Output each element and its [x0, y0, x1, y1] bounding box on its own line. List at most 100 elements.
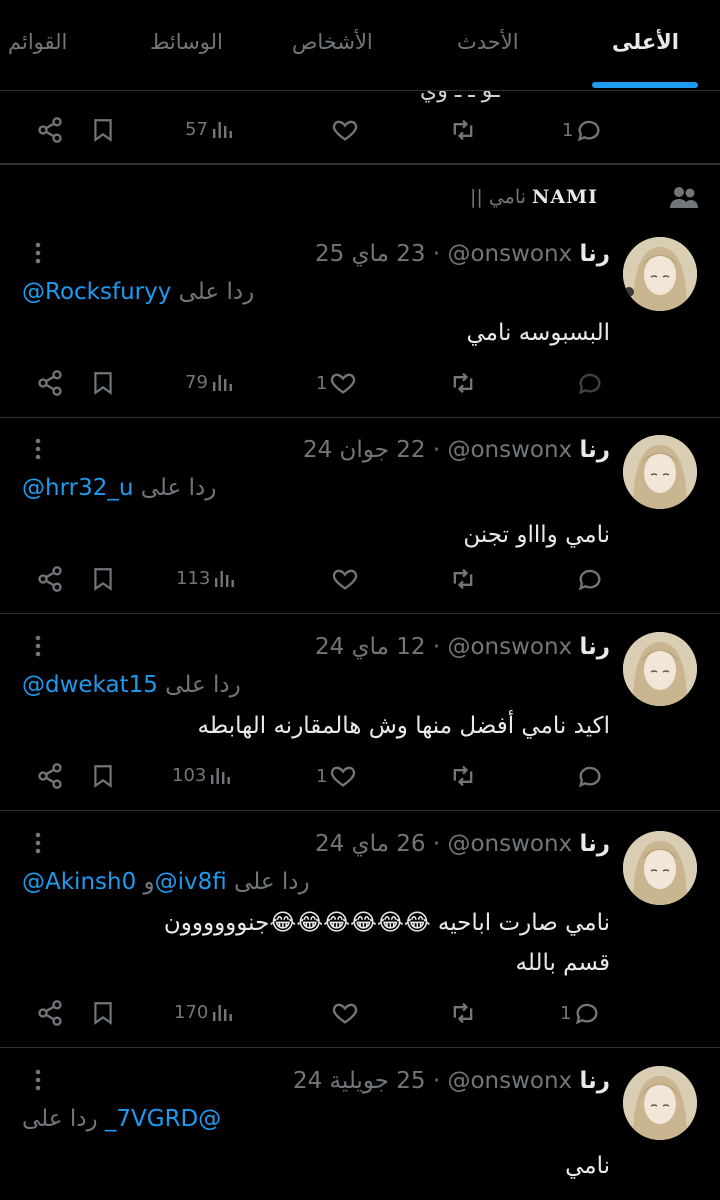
replying-to-label: ردا على — [140, 475, 217, 501]
author-name[interactable]: رنا — [579, 1068, 610, 1094]
tab-top[interactable]: الأعلى — [612, 30, 679, 54]
partial-tweet[interactable]: ـو ـ ـ وي 57 1 — [0, 78, 720, 164]
avatar[interactable] — [623, 237, 697, 311]
like-button[interactable] — [329, 999, 359, 1027]
replying-to: @Akinsh0 و@iv8fi ردا على — [22, 869, 310, 895]
tab-people[interactable]: الأشخاص — [292, 30, 373, 54]
tweet[interactable]: 22 جوان 24 · @onswonx رنا @hrr32_u ردا ع… — [0, 417, 720, 614]
tab-lists[interactable]: القوائم — [8, 30, 67, 54]
heart-icon — [331, 373, 356, 394]
tab-latest[interactable]: الأحدث — [457, 30, 519, 54]
share-button[interactable] — [36, 762, 64, 790]
tweet-text: البسبوسه نامي — [466, 320, 611, 346]
tweet-actions: 113 — [0, 565, 720, 595]
tweet-date: 25 جويلية 24 — [292, 1068, 426, 1094]
author-name[interactable]: رنا — [579, 241, 610, 267]
retweet-icon — [453, 119, 473, 141]
reply-target-handle[interactable]: @Rocksfuryy — [22, 279, 171, 305]
views-count: 170 — [174, 1001, 209, 1023]
tweet[interactable]: 12 ماي 24 · @onswonx رنا @dwekat15 ردا ع… — [0, 614, 720, 811]
share-button[interactable] — [36, 116, 64, 144]
reply-button[interactable] — [574, 565, 604, 593]
views-button[interactable]: 170 — [174, 999, 234, 1025]
like-button[interactable]: 1 — [316, 762, 357, 790]
reply-target-handle[interactable]: @iv8fi — [155, 869, 227, 895]
retweet-button[interactable] — [448, 369, 478, 397]
retweet-button[interactable] — [448, 999, 478, 1027]
share-button[interactable] — [36, 999, 64, 1027]
retweet-icon — [453, 372, 473, 394]
reply-button[interactable] — [574, 369, 604, 397]
tweet-date: 12 ماي 24 — [315, 634, 426, 660]
bookmark-button[interactable] — [90, 762, 116, 790]
author-name[interactable]: رنا — [579, 437, 610, 463]
bookmark-icon — [94, 1002, 112, 1025]
author-handle[interactable]: @onswonx — [447, 1068, 572, 1094]
bookmark-button[interactable] — [90, 565, 116, 593]
more-options-icon[interactable] — [34, 634, 42, 658]
reply-button[interactable]: 1 — [560, 999, 601, 1027]
tweet-text: نامي صارت اباحيه 😂😂😂😂😂😂جنوووووون — [163, 910, 610, 936]
avatar[interactable] — [623, 831, 697, 905]
tweet[interactable]: 23 ماي 25 · @onswonx رنا @Rocksfuryy ردا… — [0, 164, 720, 418]
tweet[interactable]: 25 جويلية 24 · @onswonx رنا @DRGV7_ ردا … — [0, 1048, 720, 1200]
active-tab-indicator — [592, 82, 698, 88]
tab-media[interactable]: الوسائط — [150, 30, 223, 54]
share-button[interactable] — [36, 369, 64, 397]
more-options-icon[interactable] — [34, 1068, 42, 1092]
tweet-header: 23 ماي 25 · @onswonx رنا — [315, 241, 610, 267]
views-count: 113 — [176, 567, 211, 589]
tweet-header: 25 جويلية 24 · @onswonx رنا — [293, 1068, 610, 1094]
more-options-icon[interactable] — [34, 437, 42, 461]
reply-icon — [578, 766, 601, 788]
bookmark-icon — [94, 119, 112, 142]
bookmark-icon — [94, 765, 112, 788]
like-button[interactable] — [329, 565, 359, 593]
tweet-actions: 57 1 — [0, 116, 720, 146]
views-button[interactable]: 57 — [185, 116, 234, 142]
tweet-actions: 79 1 — [0, 369, 720, 399]
separator-dot: · — [432, 437, 441, 463]
replying-to-label: ردا على — [22, 1106, 98, 1132]
like-button[interactable] — [329, 116, 359, 144]
author-handle[interactable]: @onswonx — [447, 831, 572, 857]
heart-icon — [332, 1003, 358, 1024]
share-button[interactable] — [36, 565, 64, 593]
replying-to-label: ردا على — [234, 869, 310, 895]
avatar[interactable] — [623, 1066, 697, 1140]
reply-target-handle[interactable]: @dwekat15 — [22, 672, 158, 698]
share-icon — [38, 1000, 62, 1026]
bookmark-icon — [94, 372, 112, 395]
author-name[interactable]: رنا — [579, 831, 610, 857]
retweet-button[interactable] — [448, 762, 478, 790]
reply-icon — [576, 1003, 598, 1025]
views-button[interactable]: 113 — [176, 565, 236, 591]
bookmark-button[interactable] — [90, 999, 116, 1027]
tweet[interactable]: 26 ماي 24 · @onswonx رنا @Akinsh0 و@iv8f… — [0, 811, 720, 1048]
views-count: 57 — [185, 118, 208, 140]
avatar[interactable] — [623, 632, 697, 706]
retweet-icon — [453, 568, 473, 590]
views-button[interactable]: 79 — [185, 369, 234, 395]
author-handle[interactable]: @onswonx — [447, 437, 572, 463]
reply-button[interactable]: 1 — [562, 116, 603, 144]
author-handle[interactable]: @onswonx — [447, 241, 572, 267]
avatar[interactable] — [623, 435, 697, 509]
reply-target-handle[interactable]: @DRGV7_ — [105, 1106, 221, 1132]
retweet-button[interactable] — [448, 565, 478, 593]
reply-target-handle[interactable]: @hrr32_u — [22, 475, 133, 501]
reply-target-handle-2[interactable]: @Akinsh0 — [22, 869, 136, 895]
reply-button[interactable] — [574, 762, 604, 790]
views-icon — [215, 571, 235, 587]
author-handle[interactable]: @onswonx — [447, 634, 572, 660]
views-button[interactable]: 103 — [172, 762, 232, 788]
views-icon — [211, 768, 231, 784]
bookmark-icon — [94, 568, 112, 591]
more-options-icon[interactable] — [34, 241, 42, 265]
author-name[interactable]: رنا — [579, 634, 610, 660]
bookmark-button[interactable] — [90, 369, 116, 397]
like-button[interactable]: 1 — [316, 369, 357, 397]
more-options-icon[interactable] — [34, 831, 42, 855]
retweet-button[interactable] — [448, 116, 478, 144]
bookmark-button[interactable] — [90, 116, 116, 144]
